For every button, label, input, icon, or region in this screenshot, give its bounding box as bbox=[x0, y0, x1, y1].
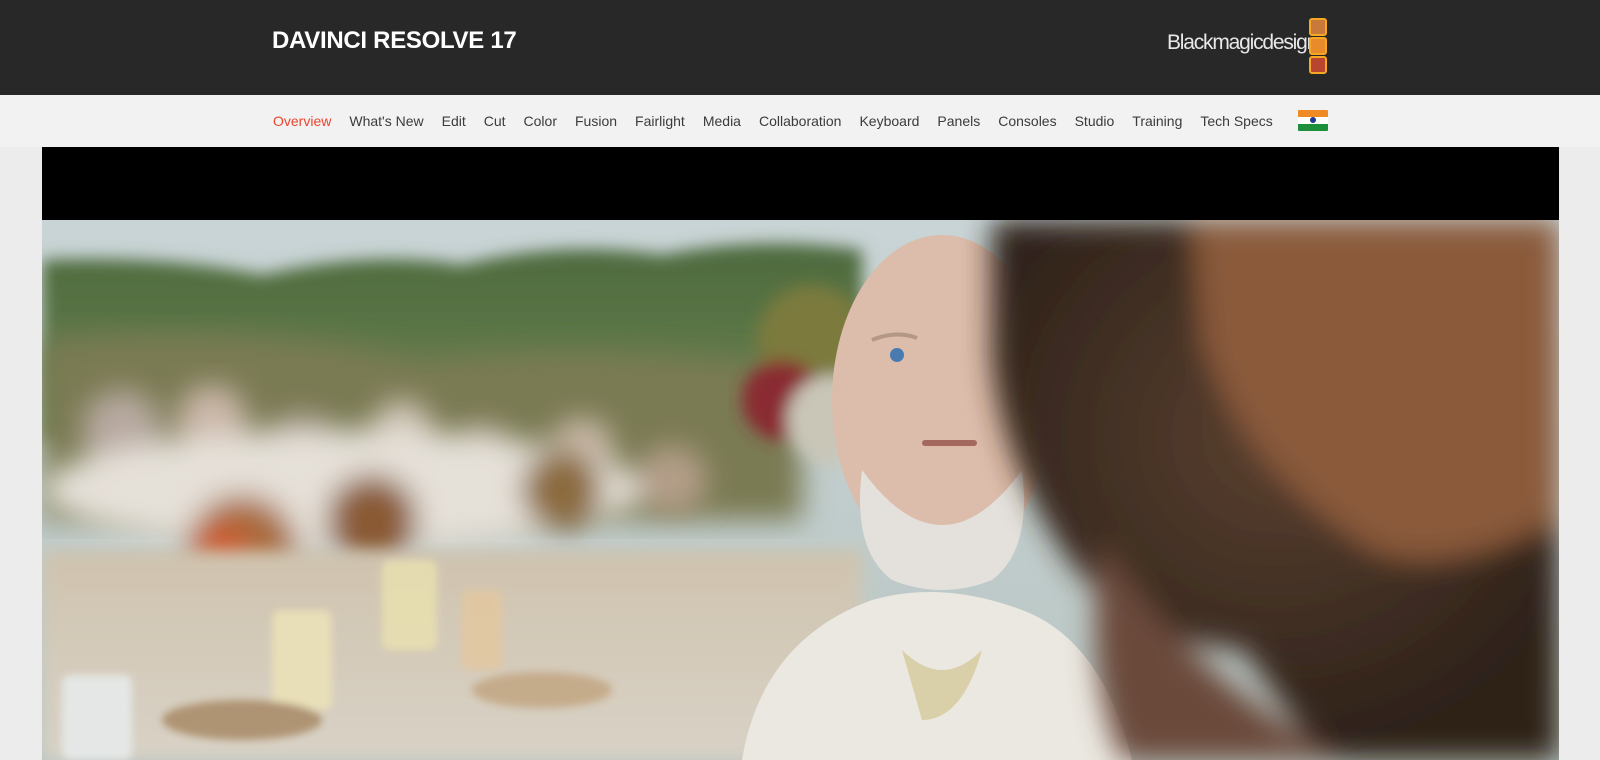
logo-squares-icon bbox=[1309, 17, 1329, 74]
nav-item-training[interactable]: Training bbox=[1132, 113, 1182, 129]
nav-item-cut[interactable]: Cut bbox=[484, 113, 506, 129]
hero-video[interactable] bbox=[42, 147, 1559, 760]
hero-film-still bbox=[42, 220, 1559, 760]
nav-item-panels[interactable]: Panels bbox=[937, 113, 980, 129]
logo-wordmark: Blackmagicdesign bbox=[1167, 31, 1318, 54]
nav-item-tech-specs[interactable]: Tech Specs bbox=[1200, 113, 1272, 129]
nav-item-keyboard[interactable]: Keyboard bbox=[859, 113, 919, 129]
nav-item-overview[interactable]: Overview bbox=[273, 113, 331, 129]
nav-item-fusion[interactable]: Fusion bbox=[575, 113, 617, 129]
india-flag-icon[interactable] bbox=[1298, 110, 1328, 131]
nav-list: Overview What's New Edit Cut Color Fusio… bbox=[273, 95, 1291, 147]
nav-item-media[interactable]: Media bbox=[703, 113, 741, 129]
letterbox-bar bbox=[42, 147, 1559, 220]
nav-item-collaboration[interactable]: Collaboration bbox=[759, 113, 842, 129]
top-header: DAVINCI RESOLVE 17 Blackmagicdesign bbox=[0, 0, 1600, 95]
nav-item-consoles[interactable]: Consoles bbox=[998, 113, 1056, 129]
nav-item-color[interactable]: Color bbox=[524, 113, 557, 129]
nav-item-edit[interactable]: Edit bbox=[442, 113, 466, 129]
blackmagic-logo[interactable]: Blackmagicdesign bbox=[1167, 17, 1329, 74]
nav-item-whats-new[interactable]: What's New bbox=[349, 113, 423, 129]
nav-item-fairlight[interactable]: Fairlight bbox=[635, 113, 685, 129]
product-nav: Overview What's New Edit Cut Color Fusio… bbox=[0, 95, 1600, 147]
product-title[interactable]: DAVINCI RESOLVE 17 bbox=[272, 27, 517, 55]
nav-item-studio[interactable]: Studio bbox=[1075, 113, 1115, 129]
